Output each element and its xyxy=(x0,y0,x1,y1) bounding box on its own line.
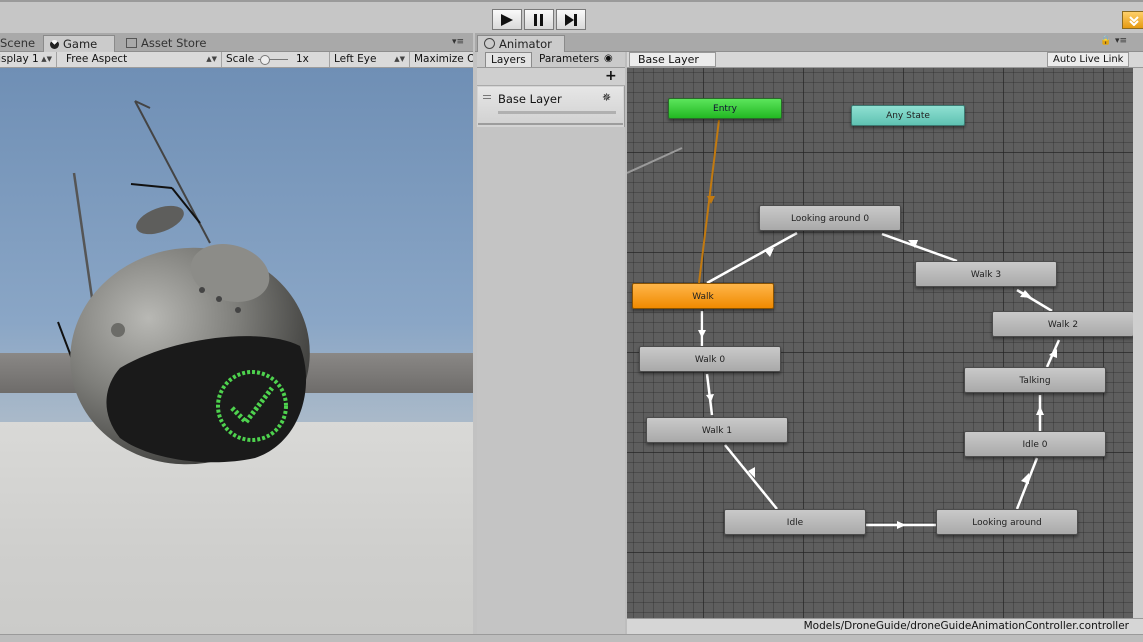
layer-item-base-layer[interactable]: Base Layer ✵ xyxy=(478,87,623,125)
tab-asset-store[interactable]: Asset Store xyxy=(120,35,213,52)
state-walk-0[interactable]: Walk 0 xyxy=(639,346,781,372)
transition-walk1-idle xyxy=(724,444,778,510)
transition-lookingaround-idle0 xyxy=(1015,457,1039,510)
tab-game[interactable]: Game xyxy=(43,35,115,52)
state-talking[interactable]: Talking xyxy=(964,367,1106,393)
game-toolbar: Display 1▲▼ Free Aspect▲▼ Scale 1x Left … xyxy=(0,52,473,68)
animator-tabbar: Animator 🔒 ▾≡ xyxy=(475,33,1143,52)
state-walk-2[interactable]: Walk 2 xyxy=(992,311,1133,337)
scale-slider-thumb[interactable] xyxy=(260,55,270,65)
animator-window: Layers Parameters ◉ + Base Layer ✵ Base … xyxy=(477,52,1143,634)
transition-walk2-walk3 xyxy=(1016,288,1053,313)
layer-list-empty xyxy=(477,127,625,634)
state-walk-3[interactable]: Walk 3 xyxy=(915,261,1057,287)
left-tabbar: Scene Game Asset Store ▾≡ xyxy=(0,33,473,52)
state-walk-1[interactable]: Walk 1 xyxy=(646,417,788,443)
controller-path: Models/DroneGuide/droneGuideAnimationCon… xyxy=(627,618,1143,634)
eye-icon[interactable]: ◉ xyxy=(604,53,613,64)
add-layer-button[interactable]: + xyxy=(605,68,617,84)
drag-handle-icon[interactable] xyxy=(483,95,491,99)
transition-arrow xyxy=(1021,473,1029,484)
layers-tabbar: Layers Parameters ◉ xyxy=(477,52,625,68)
transitions-layer xyxy=(627,119,1061,529)
graph-scrollbar[interactable] xyxy=(1133,68,1143,618)
state-idle[interactable]: Idle xyxy=(724,509,866,535)
bottom-status-strip xyxy=(0,634,1143,642)
auto-live-link-button[interactable]: Auto Live Link xyxy=(1047,52,1130,67)
drone-model xyxy=(57,100,310,465)
shopping-bag-icon xyxy=(126,38,137,48)
transition-lookingaround0-walk xyxy=(706,231,798,285)
layer-add-bar: + xyxy=(477,68,625,86)
play-button[interactable] xyxy=(492,9,522,30)
aspect-dropdown[interactable]: Free Aspect ▲▼ xyxy=(62,52,222,67)
offscreen-transition xyxy=(627,147,683,174)
game-pacman-icon xyxy=(50,40,59,49)
play-icon xyxy=(501,13,513,26)
layer-weight-slider[interactable] xyxy=(498,111,616,114)
state-looking-around-0[interactable]: Looking around 0 xyxy=(759,205,901,231)
collab-button[interactable] xyxy=(1122,11,1143,29)
pause-button[interactable] xyxy=(524,9,554,30)
tab-scene[interactable]: Scene xyxy=(0,35,41,52)
state-machine-graph[interactable]: Entry Any State Looking around 0 Walk Wa… xyxy=(627,68,1133,618)
transition-arrow xyxy=(897,521,906,529)
layers-panel: Layers Parameters ◉ + Base Layer ✵ xyxy=(477,52,625,634)
state-looking-around[interactable]: Looking around xyxy=(936,509,1078,535)
tab-parameters[interactable]: Parameters xyxy=(534,52,604,67)
scale-control[interactable]: Scale 1x xyxy=(222,52,330,67)
transition-arrow xyxy=(1036,406,1044,415)
transition-entry-walk xyxy=(698,119,720,284)
tab-animator[interactable]: Animator xyxy=(477,35,565,52)
lock-icon[interactable]: 🔒 xyxy=(1100,36,1111,46)
state-idle-0[interactable]: Idle 0 xyxy=(964,431,1106,457)
state-entry[interactable]: Entry xyxy=(668,98,782,119)
animator-icon xyxy=(484,38,495,49)
display-dropdown[interactable]: Display 1▲▼ xyxy=(0,52,57,67)
main-toolbar xyxy=(0,0,1143,33)
state-walk[interactable]: Walk xyxy=(632,283,774,309)
step-button[interactable] xyxy=(556,9,586,30)
collab-download-icon xyxy=(1129,16,1139,26)
breadcrumb[interactable]: Base Layer xyxy=(629,52,716,67)
maximize-on-play-toggle[interactable]: Maximize On Play xyxy=(410,52,473,67)
gear-icon[interactable]: ✵ xyxy=(602,91,611,104)
step-icon xyxy=(565,13,577,26)
panel-menu-icon-right[interactable]: ▾≡ xyxy=(1115,36,1127,46)
panel-menu-icon[interactable]: ▾≡ xyxy=(452,37,464,47)
transition-arrow xyxy=(1049,349,1057,358)
game-view[interactable] xyxy=(0,68,473,634)
transition-arrow xyxy=(698,330,706,338)
layer-name: Base Layer xyxy=(498,92,562,106)
state-any-state[interactable]: Any State xyxy=(851,105,965,126)
pause-icon xyxy=(534,13,543,26)
tab-layers[interactable]: Layers xyxy=(485,52,532,67)
graph-header: Base Layer Auto Live Link xyxy=(627,52,1143,68)
eye-dropdown[interactable]: Left Eye ▲▼ xyxy=(330,52,410,67)
transition-walk3-lookingaround0 xyxy=(881,232,958,263)
